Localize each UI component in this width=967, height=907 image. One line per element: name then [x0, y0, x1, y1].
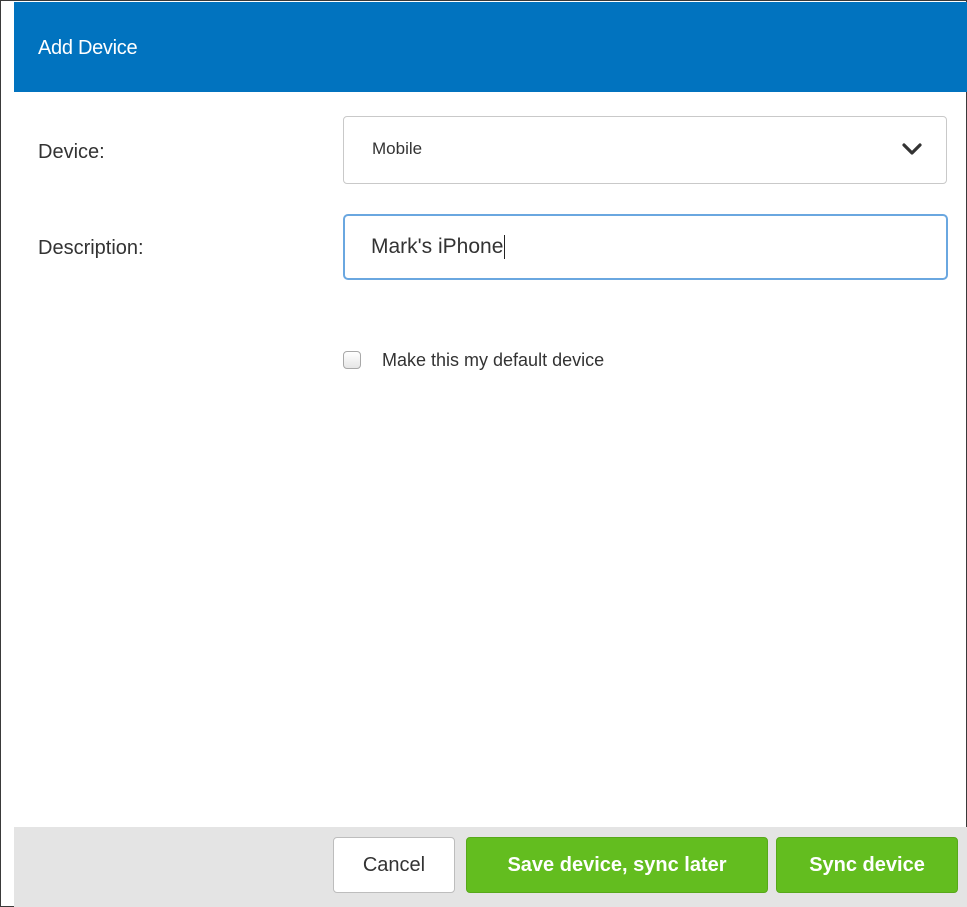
- text-caret: [504, 235, 506, 259]
- device-select-value: Mobile: [372, 139, 423, 158]
- device-select[interactable]: Mobile: [343, 116, 947, 184]
- description-input-value: Mark's iPhone: [371, 235, 506, 259]
- sync-device-button[interactable]: Sync device: [776, 837, 958, 893]
- default-device-checkbox[interactable]: [343, 351, 361, 369]
- save-device-sync-later-button[interactable]: Save device, sync later: [466, 837, 768, 893]
- dialog-header: Add Device: [14, 2, 967, 92]
- dialog-footer: Cancel Save device, sync later Sync devi…: [14, 827, 967, 907]
- description-input[interactable]: Mark's iPhone: [343, 214, 948, 280]
- description-label: Description:: [38, 237, 144, 259]
- cancel-button[interactable]: Cancel: [333, 837, 455, 893]
- dialog-title: Add Device: [38, 37, 138, 59]
- device-label: Device:: [38, 141, 105, 163]
- chevron-down-icon: [902, 143, 922, 155]
- add-device-dialog: Add Device Device: Mobile Description: M…: [0, 0, 967, 907]
- default-device-checkbox-label[interactable]: Make this my default device: [382, 349, 604, 371]
